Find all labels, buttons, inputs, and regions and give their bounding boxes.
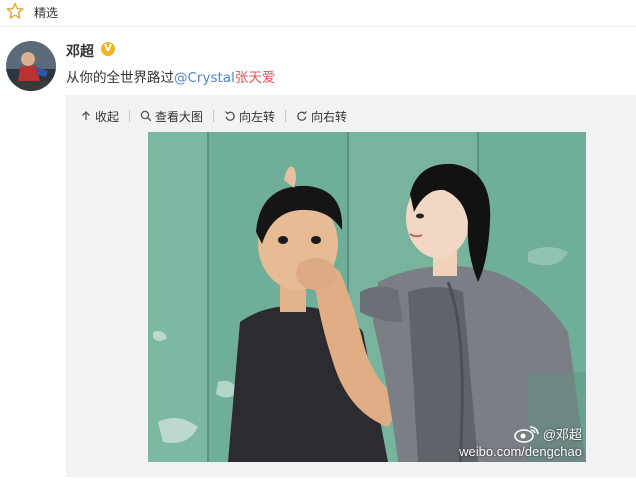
photo-watermark: @邓超 weibo.com/dengchao xyxy=(459,425,582,460)
rotate-left-icon xyxy=(225,111,235,121)
search-icon xyxy=(140,110,152,122)
weibo-logo-icon xyxy=(513,426,539,443)
mention-link[interactable]: @Crystal xyxy=(174,70,235,86)
author-name[interactable]: 邓超 xyxy=(66,41,94,61)
collapse-label: 收起 xyxy=(95,109,120,124)
rotate-right-button[interactable]: 向右转 xyxy=(296,108,347,125)
rotate-left-label: 向左转 xyxy=(239,109,276,124)
toolbar-divider xyxy=(129,110,131,122)
collapse-button[interactable]: 收起 xyxy=(80,108,119,125)
arrow-up-icon xyxy=(82,111,90,120)
toolbar-divider xyxy=(213,110,215,122)
author-avatar[interactable] xyxy=(6,41,56,91)
star-icon xyxy=(6,2,24,19)
post-text-body: 从你的全世界路过 xyxy=(66,70,174,86)
rotate-left-button[interactable]: 向左转 xyxy=(224,108,275,125)
view-large-button[interactable]: 查看大图 xyxy=(140,108,203,125)
rotate-right-label: 向右转 xyxy=(311,109,348,124)
toolbar-divider xyxy=(285,110,287,122)
watermark-handle: @邓超 xyxy=(542,426,582,442)
post-text: 从你的全世界路过@Crystal张天爱 xyxy=(66,66,275,86)
verified-badge-icon: V xyxy=(101,42,115,56)
rotate-right-icon xyxy=(297,111,307,121)
featured-tab-label[interactable]: 精选 xyxy=(34,4,58,21)
photo-illustration xyxy=(148,132,586,462)
watermark-url: weibo.com/dengchao xyxy=(459,444,582,459)
post-photo[interactable]: @邓超 weibo.com/dengchao xyxy=(148,132,586,462)
image-toolbar: 收起 查看大图 向左转 向右转 xyxy=(80,107,347,125)
top-bar: 精选 xyxy=(0,0,636,27)
name-link[interactable]: 张天爱 xyxy=(235,70,276,86)
view-large-label: 查看大图 xyxy=(155,109,204,124)
